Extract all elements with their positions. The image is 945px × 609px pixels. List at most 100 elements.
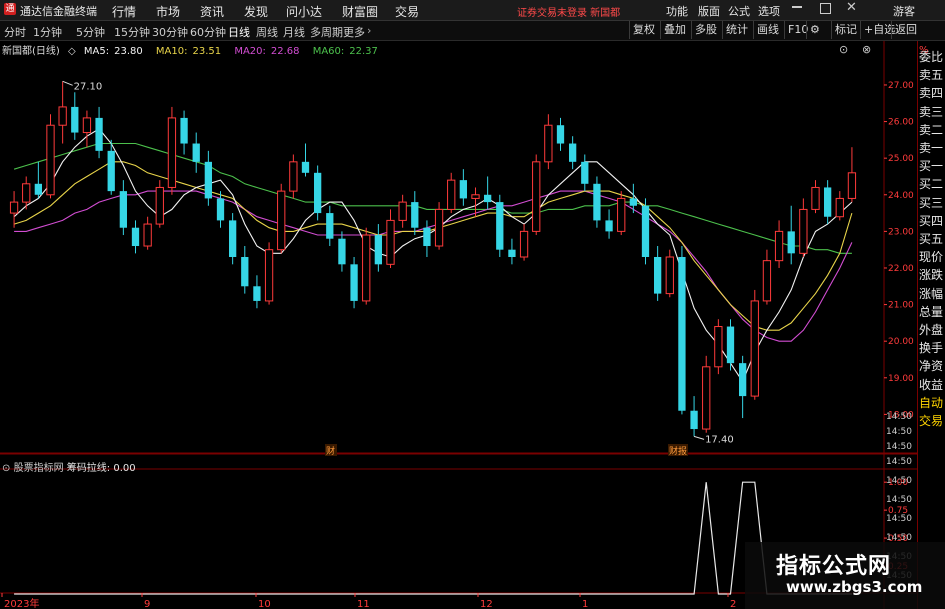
candle-body-up xyxy=(447,179,456,210)
app-logo-icon: 通 xyxy=(4,3,16,15)
candle-body-down xyxy=(180,117,188,144)
chart-settings-icon[interactable]: ⊙ xyxy=(839,43,848,56)
menu-trade[interactable]: 交易 xyxy=(395,3,419,20)
tool-adjust[interactable]: 复权 xyxy=(629,21,658,39)
candle-body-down xyxy=(314,172,322,214)
candle-body-down xyxy=(484,194,492,203)
ma-info-icon[interactable]: ◇ xyxy=(68,46,76,57)
period-60min[interactable]: 60分钟 xyxy=(190,24,226,40)
y-tick-label: 25.00 xyxy=(888,154,914,164)
menu-function[interactable]: 功能 xyxy=(666,3,688,19)
panel-label-12: 涨跌 xyxy=(919,268,944,283)
time-tick-label: 14:50 xyxy=(886,427,912,437)
panel-label-19[interactable]: 自动 xyxy=(919,394,945,411)
high-marker-label: 27.10 xyxy=(74,81,103,92)
y-tick-label: 23.00 xyxy=(888,227,914,237)
candle-body-down xyxy=(726,326,735,364)
period-1min[interactable]: 1分钟 xyxy=(33,24,62,40)
kline-chart[interactable]: 27.10 17.40 财 财报 27.00 26.00 25.00 24.00 23.00 2… xyxy=(0,41,917,609)
watermark-title: 指标公式网 xyxy=(776,554,892,579)
period-intraday[interactable]: 分时 xyxy=(4,24,26,40)
period-weekly[interactable]: 周线 xyxy=(256,24,278,40)
ma10-line xyxy=(13,161,853,331)
tool-draw[interactable]: 画线 xyxy=(753,21,782,39)
candle-body-down xyxy=(787,231,795,254)
candle-body-up xyxy=(544,124,553,163)
y-tick-label: 22.00 xyxy=(888,264,914,274)
candle-body-up xyxy=(362,234,371,302)
menu-formula[interactable]: 公式 xyxy=(728,3,750,19)
finance-tag: 财报 xyxy=(669,445,687,457)
candle-body-up xyxy=(714,326,723,368)
candle-body-up xyxy=(264,249,274,302)
watermark-url: www.zbgs3.com xyxy=(786,578,923,596)
candle-body-up xyxy=(811,186,820,210)
x-tick-label: 9 xyxy=(144,599,150,609)
ma20-line xyxy=(14,190,853,342)
menu-news[interactable]: 资讯 xyxy=(200,3,224,20)
menu-community[interactable]: 财富圈 xyxy=(342,3,378,20)
candle-body-down xyxy=(301,161,310,173)
candle-body-down xyxy=(508,249,516,257)
period-more[interactable]: 更多 xyxy=(343,24,365,40)
sub-title: 股票指标网 xyxy=(13,463,64,474)
candle-body-down xyxy=(241,257,249,287)
chevron-right-icon[interactable]: › xyxy=(367,24,371,37)
panel-label-5: 卖一 xyxy=(919,141,944,155)
tool-multistock[interactable]: 多股 xyxy=(691,21,720,39)
y-tick-label: 19.00 xyxy=(888,374,914,384)
login-notice[interactable]: 证券交易未登录 新国都 xyxy=(517,4,620,19)
tool-stats[interactable]: 统计 xyxy=(722,21,751,39)
tool-settings-icon[interactable]: ⚙ xyxy=(806,21,823,39)
sub-indicator-line xyxy=(14,481,852,595)
sub-time-label: 14:50 xyxy=(886,495,912,505)
candle-body-up xyxy=(835,197,844,218)
candle-body-down xyxy=(131,227,140,247)
menu-discover[interactable]: 发现 xyxy=(244,3,268,20)
tool-back[interactable]: 返回 xyxy=(891,21,920,39)
time-tick-label: 14:50 xyxy=(886,412,912,422)
tool-overlay[interactable]: 叠加 xyxy=(660,21,689,39)
menu-options[interactable]: 选项 xyxy=(758,3,780,19)
x-tick-label: 2 xyxy=(730,599,736,609)
panel-label-15: 外盘 xyxy=(919,323,944,337)
close-icon[interactable]: ✕ xyxy=(846,0,857,15)
candle-body-up xyxy=(471,194,480,199)
panel-label-8: 买三 xyxy=(919,195,944,210)
sub-legend: ⊙ 股票指标网 筹码拉线: 0.00 xyxy=(2,459,136,474)
period-daily[interactable]: 日线 xyxy=(228,24,250,40)
y-tick-label: 26.00 xyxy=(888,118,914,128)
period-5min[interactable]: 5分钟 xyxy=(76,24,105,40)
chart-close-icon[interactable]: ⊗ xyxy=(862,43,871,56)
menu-market[interactable]: 市场 xyxy=(156,3,180,20)
period-monthly[interactable]: 月线 xyxy=(283,24,305,40)
period-15min[interactable]: 15分钟 xyxy=(114,24,150,40)
maximize-icon[interactable] xyxy=(820,3,831,14)
candle-body-down xyxy=(423,227,431,247)
period-30min[interactable]: 30分钟 xyxy=(152,24,188,40)
period-multi[interactable]: 多周期 xyxy=(310,24,343,40)
panel-label-17: 净资 xyxy=(919,359,944,374)
candle-body-up xyxy=(82,117,92,134)
stock-title: 新国都(日线) xyxy=(2,46,60,57)
menu-ask[interactable]: 问小达 xyxy=(286,3,322,20)
candle-body-down xyxy=(496,202,504,250)
app-title: 通达信金融终端 xyxy=(20,5,97,18)
guest-label[interactable]: 游客 xyxy=(893,3,915,19)
panel-label-9: 买四 xyxy=(919,213,944,228)
panel-label-3: 卖三 xyxy=(919,104,944,119)
candle-body-down xyxy=(350,264,358,301)
panel-label-0: 委比 xyxy=(919,50,944,64)
menu-quotes[interactable]: 行情 xyxy=(112,3,136,20)
candle-body-up xyxy=(434,208,444,247)
tool-mark[interactable]: 标记 xyxy=(831,21,860,39)
candle-body-down xyxy=(678,257,686,411)
panel-label-20[interactable]: 交易 xyxy=(919,412,945,429)
minimize-icon[interactable] xyxy=(792,6,802,8)
ma10-label: MA10: 23.51 xyxy=(155,46,222,57)
low-marker-label: 17.40 xyxy=(705,434,734,445)
x-tick-label: 10 xyxy=(258,599,271,609)
menu-layout[interactable]: 版面 xyxy=(698,3,720,19)
sub-expand-icon[interactable]: ⊙ xyxy=(2,463,10,474)
candle-body-down xyxy=(593,183,601,221)
